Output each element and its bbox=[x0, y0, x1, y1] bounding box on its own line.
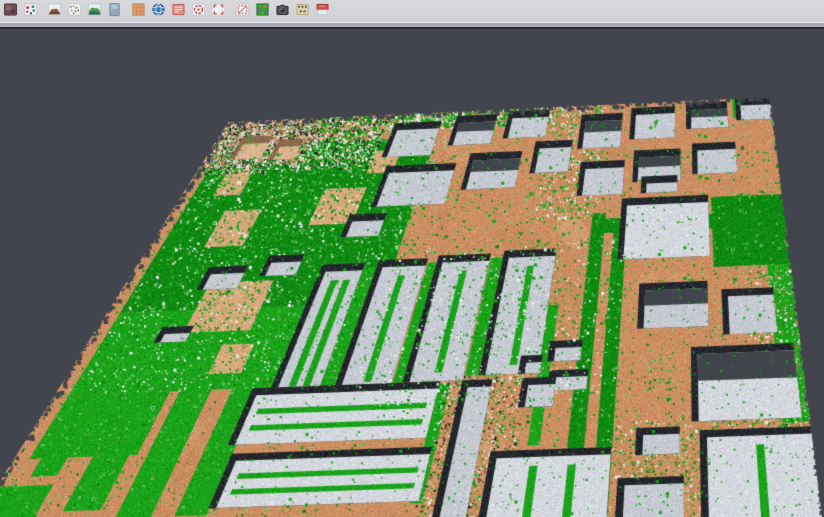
toolbar-button-dem[interactable] bbox=[85, 0, 104, 19]
ortho-icon bbox=[131, 2, 146, 17]
toolbar-button-target[interactable] bbox=[189, 0, 208, 19]
toolbar-button-film[interactable] bbox=[293, 0, 312, 19]
toolbar-button-align[interactable] bbox=[21, 0, 40, 19]
classification-icon bbox=[255, 2, 270, 17]
texture-icon bbox=[107, 2, 122, 17]
toolbar-button-crop[interactable] bbox=[233, 0, 252, 19]
camera-icon bbox=[275, 2, 290, 17]
toolbar-button-delete[interactable] bbox=[313, 0, 332, 19]
target-icon bbox=[191, 2, 206, 17]
delete-icon bbox=[315, 2, 330, 17]
selection-corners-icon bbox=[211, 2, 226, 17]
toolbar-group bbox=[129, 0, 228, 19]
toolbar-button-globe[interactable] bbox=[149, 0, 168, 19]
toolbar-button-report[interactable] bbox=[169, 0, 188, 19]
point-cloud-view-canvas[interactable] bbox=[0, 29, 824, 517]
toolbar-button-classification[interactable] bbox=[253, 0, 272, 19]
toolbar-group bbox=[1, 0, 40, 19]
globe-icon bbox=[151, 2, 166, 17]
toolbar-button-selection-corners[interactable] bbox=[209, 0, 228, 19]
film-icon bbox=[295, 2, 310, 17]
toolbar-group bbox=[45, 0, 124, 19]
crop-icon bbox=[235, 2, 250, 17]
toolbar-group bbox=[233, 0, 332, 19]
app-toolbar bbox=[0, 0, 824, 23]
terrain-icon bbox=[47, 2, 62, 17]
toolbar-button-texture[interactable] bbox=[105, 0, 124, 19]
align-icon bbox=[23, 2, 38, 17]
toolbar-button-photo[interactable] bbox=[1, 0, 20, 19]
points-icon bbox=[67, 2, 82, 17]
toolbar-button-camera[interactable] bbox=[273, 0, 292, 19]
toolbar-button-terrain[interactable] bbox=[45, 0, 64, 19]
toolbar-button-points[interactable] bbox=[65, 0, 84, 19]
toolbar-button-ortho[interactable] bbox=[129, 0, 148, 19]
model-viewport bbox=[0, 29, 824, 517]
dem-icon bbox=[87, 2, 102, 17]
report-icon bbox=[171, 2, 186, 17]
photo-icon bbox=[3, 2, 18, 17]
